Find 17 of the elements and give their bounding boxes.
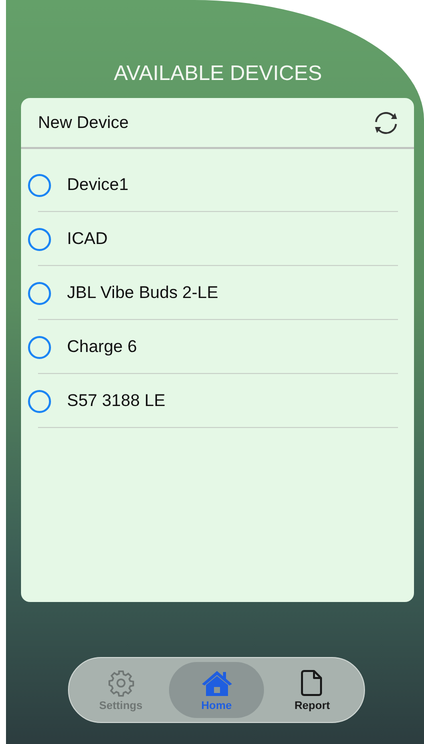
tab[interactable]: Report (264, 662, 360, 718)
document-icon (300, 668, 324, 696)
device-name[interactable]: Charge 6 (67, 337, 137, 357)
device-name[interactable]: ICAD (67, 229, 108, 249)
refresh-icon[interactable] (372, 110, 400, 136)
radio-button[interactable] (28, 336, 51, 358)
device-name[interactable]: Device1 (67, 175, 128, 195)
device-name[interactable]: JBL Vibe Buds 2-LE (67, 283, 218, 303)
list-header: New Device (38, 112, 129, 132)
home-icon (200, 668, 232, 696)
radio-button[interactable] (28, 390, 51, 412)
radio-button[interactable] (28, 282, 51, 304)
device-name[interactable]: S57 3188 LE (67, 391, 166, 411)
radio-button[interactable] (28, 228, 51, 250)
screen-title: AVAILABLE DEVICES (114, 62, 322, 87)
settings-icon (106, 668, 135, 696)
radio-button[interactable] (28, 174, 51, 196)
